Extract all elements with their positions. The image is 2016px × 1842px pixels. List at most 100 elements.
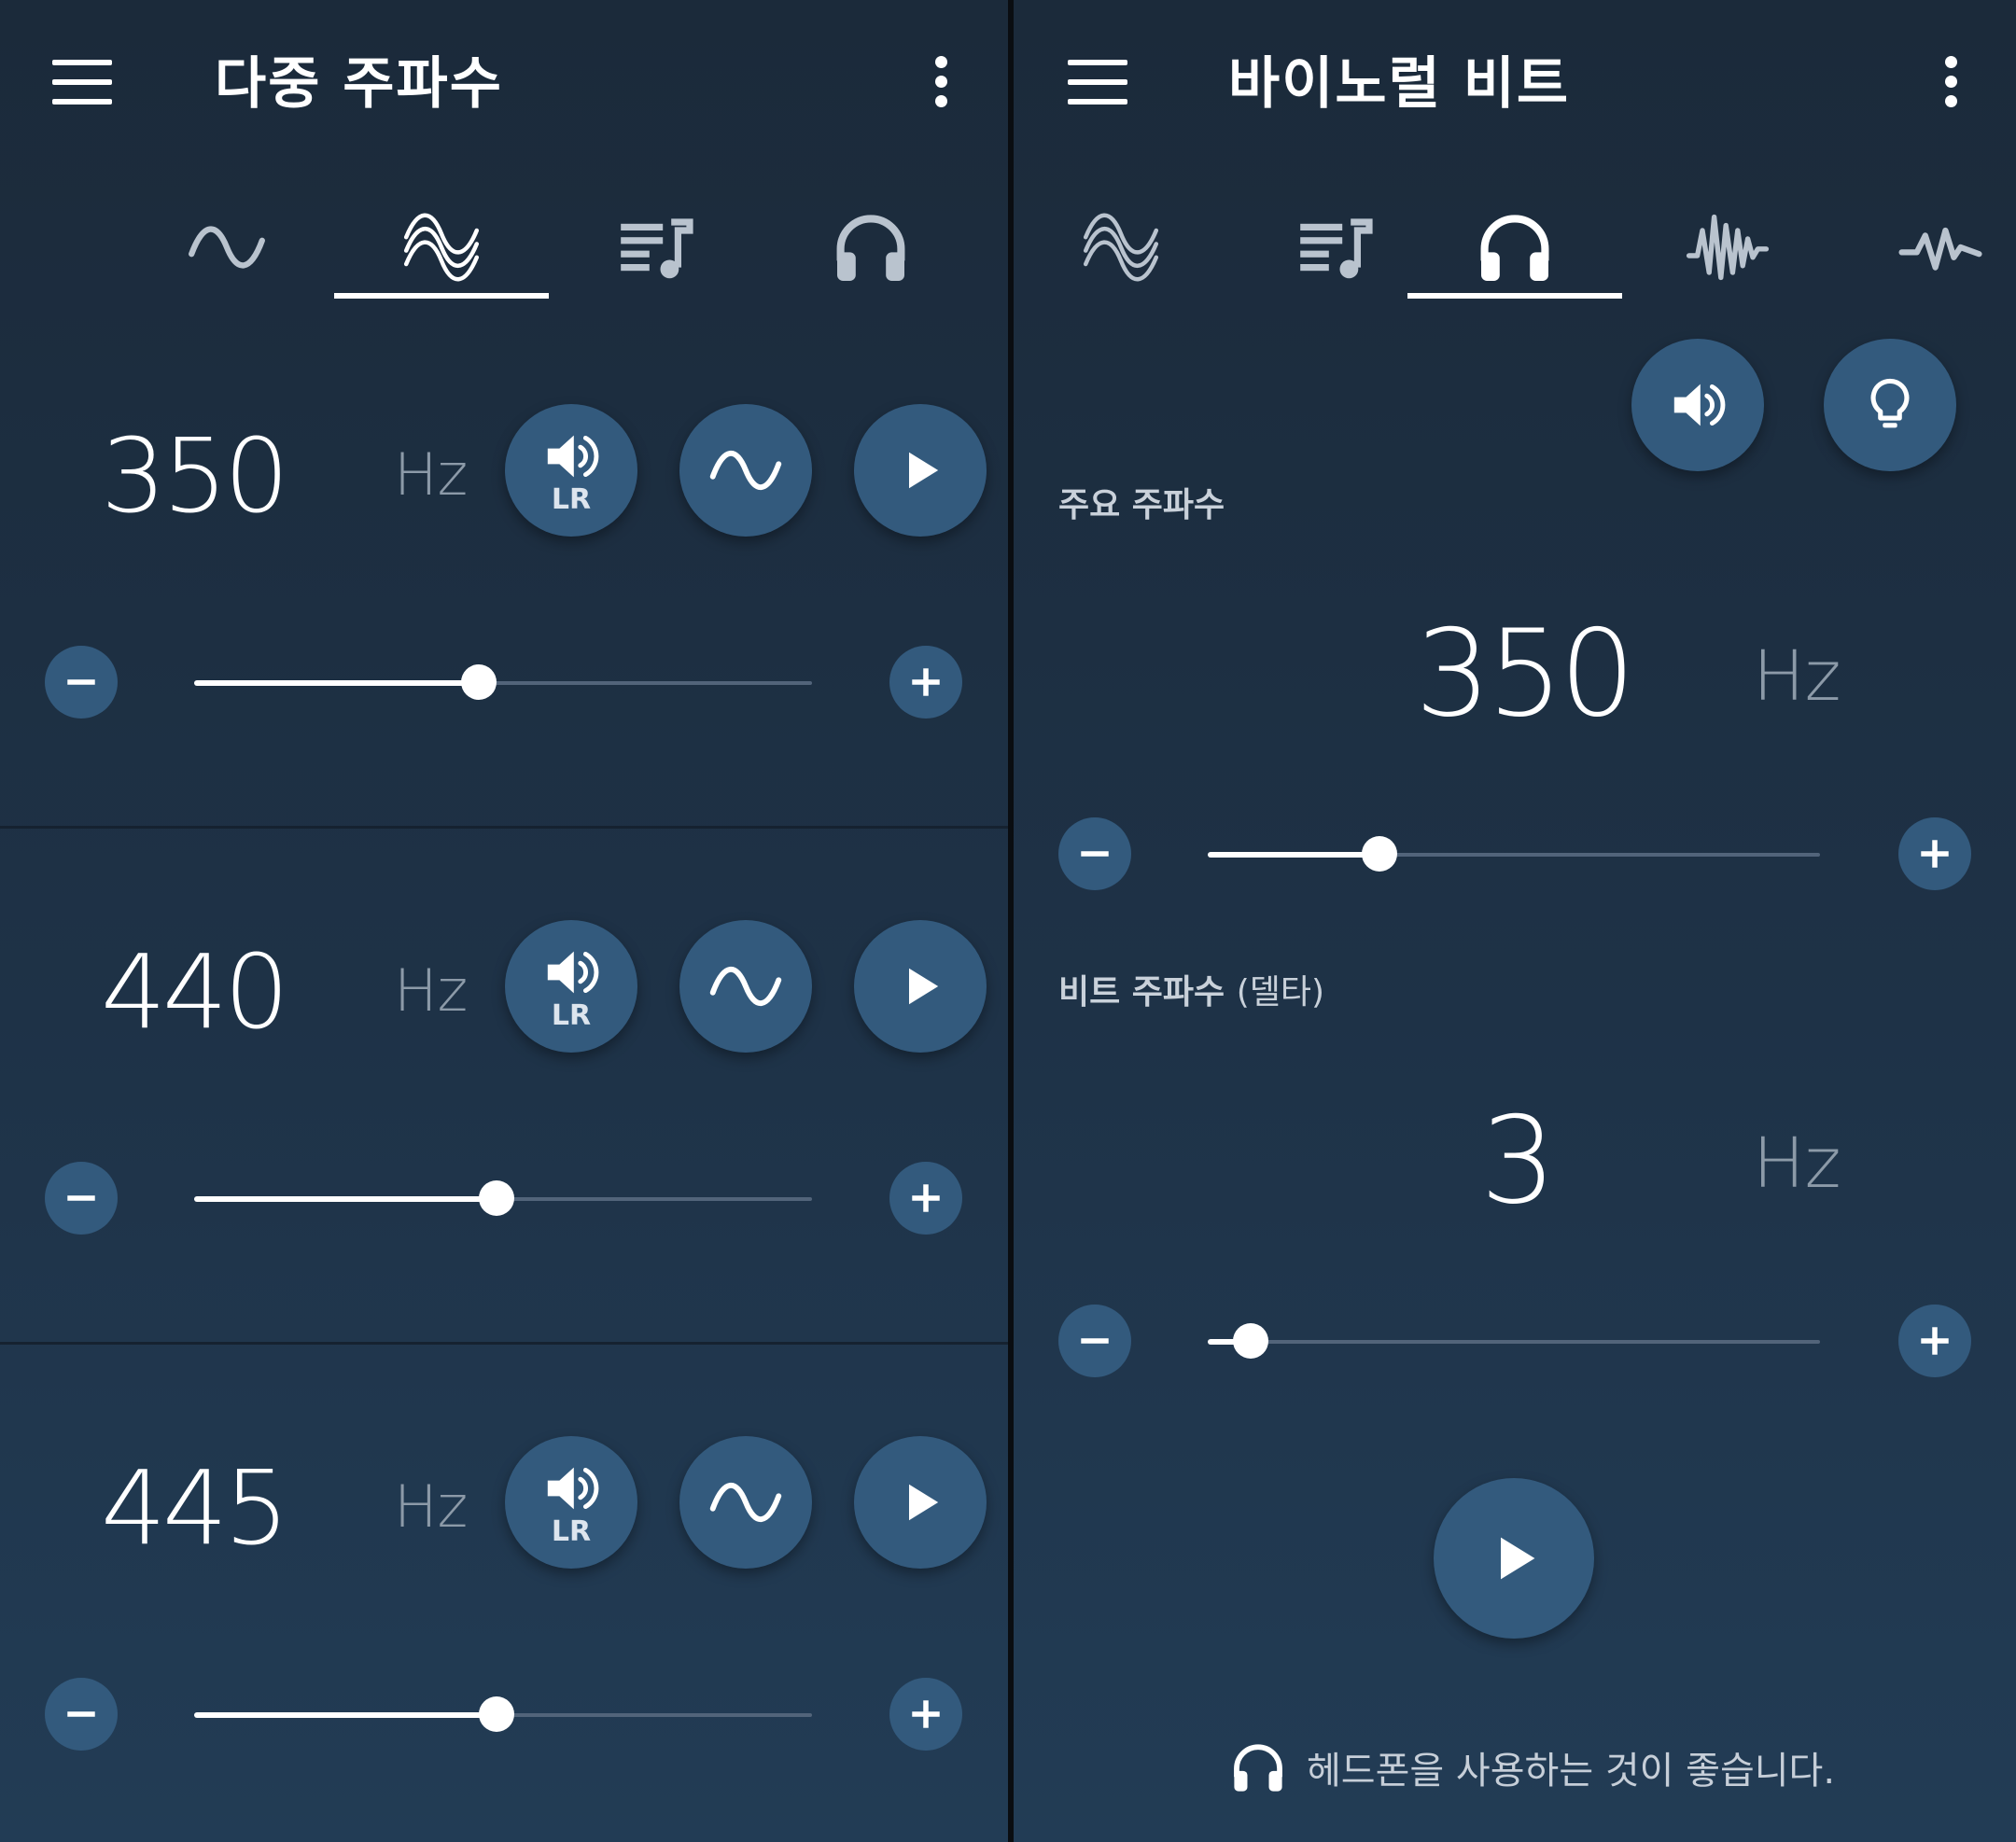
slider-thumb[interactable]: [460, 664, 497, 700]
noise-wave-icon: [1686, 205, 1770, 289]
minus-icon: [60, 1177, 103, 1220]
beat-frequency-unit: Hz: [1753, 1123, 1841, 1204]
tab-binaural[interactable]: [1407, 177, 1622, 317]
main-decrease-button[interactable]: [1058, 817, 1131, 890]
plus-icon: [1913, 1319, 1956, 1362]
decrease-button[interactable]: [45, 1162, 118, 1235]
frequency-unit: Hz: [394, 1472, 469, 1541]
beat-frequency-value[interactable]: 3: [1480, 1092, 1556, 1232]
increase-button[interactable]: [889, 646, 962, 719]
play-icon: [892, 958, 948, 1014]
pulse-icon: [1898, 205, 1982, 289]
beat-frequency-label: 비트 주파수 (델타): [1058, 965, 1324, 1013]
headphones-icon: [1473, 205, 1557, 289]
waveform-button[interactable]: [679, 404, 812, 537]
frequency-unit: Hz: [394, 440, 469, 509]
minus-icon: [1073, 832, 1116, 875]
headphones-icon: [829, 205, 913, 289]
slider-fill: [194, 1196, 497, 1202]
playlist-icon: [1294, 205, 1378, 289]
beat-decrease-button[interactable]: [1058, 1305, 1131, 1377]
waveform-button[interactable]: [679, 1436, 812, 1569]
sound-button[interactable]: [1631, 339, 1764, 471]
headphones-tip-text: 헤드폰을 사용하는 것이 좋습니다.: [1307, 1750, 1836, 1793]
lr-label: LR: [551, 483, 592, 516]
play-button[interactable]: [854, 920, 987, 1053]
channel-lr-button[interactable]: LR: [505, 1436, 637, 1569]
more-options-icon[interactable]: [931, 56, 950, 108]
headphones-tip: 헤드폰을 사용하는 것이 좋습니다.: [1228, 1737, 1835, 1797]
tab-bar: [1014, 177, 2016, 317]
main-frequency-label: 주요 주파수: [1058, 486, 1225, 524]
tab-multi-frequency[interactable]: [334, 177, 549, 317]
beat-frequency-label-text: 비트 주파수: [1058, 973, 1225, 1012]
slider-thumb[interactable]: [479, 1180, 515, 1216]
play-button[interactable]: [854, 1436, 987, 1569]
channel-lr-button[interactable]: LR: [505, 920, 637, 1053]
headphones-icon: [1228, 1737, 1288, 1797]
decrease-button[interactable]: [45, 646, 118, 719]
tab-bar: [0, 177, 1008, 317]
play-icon: [892, 442, 948, 498]
slider-thumb[interactable]: [1361, 836, 1397, 872]
page-title: 바이노럴 비트: [1228, 51, 1571, 117]
increase-button[interactable]: [889, 1678, 962, 1751]
channel-lr-button[interactable]: LR: [505, 404, 637, 537]
slider-fill: [1208, 852, 1379, 858]
speaker-icon: [1665, 372, 1730, 438]
frequency-slider[interactable]: [194, 1696, 812, 1734]
frequency-slider[interactable]: [194, 664, 812, 702]
tab-pulse[interactable]: [1833, 177, 2016, 317]
page-title: 다중 주파수: [215, 51, 503, 117]
increase-button[interactable]: [889, 1162, 962, 1235]
tab-playlist[interactable]: [549, 177, 763, 317]
multi-frequency-screen: 다중 주파수 350 Hz LR 440 Hz LR 445 Hz LR: [0, 0, 1008, 1842]
binaural-beats-screen: 바이노럴 비트 주요 주파수 350 Hz 비트 주파수 (델타) 3 Hz 헤…: [1014, 0, 2016, 1842]
playlist-icon: [614, 205, 698, 289]
play-button[interactable]: [854, 404, 987, 537]
slider-fill: [194, 680, 479, 686]
plus-icon: [1913, 832, 1956, 875]
multi-wave-icon: [1079, 205, 1163, 289]
frequency-value[interactable]: 350: [101, 415, 289, 537]
tab-single-tone[interactable]: [119, 177, 334, 317]
main-increase-button[interactable]: [1898, 817, 1971, 890]
play-button[interactable]: [1434, 1478, 1594, 1639]
sine-wave-icon: [707, 947, 785, 1026]
tab-noise[interactable]: [1620, 177, 1835, 317]
minus-icon: [60, 661, 103, 704]
tab-binaural[interactable]: [763, 177, 978, 317]
main-frequency-unit: Hz: [1753, 636, 1841, 717]
frequency-slider[interactable]: [194, 1180, 812, 1218]
multi-wave-icon: [399, 205, 483, 289]
minus-icon: [60, 1693, 103, 1736]
decrease-button[interactable]: [45, 1678, 118, 1751]
lr-label: LR: [551, 1515, 592, 1548]
main-frequency-value[interactable]: 350: [1415, 605, 1635, 745]
sine-wave-icon: [707, 1463, 785, 1542]
tips-button[interactable]: [1824, 339, 1956, 471]
tab-selected-indicator: [1407, 293, 1622, 299]
slider-fill: [194, 1712, 497, 1718]
sine-wave-icon: [707, 431, 785, 509]
play-icon: [892, 1474, 948, 1530]
menu-icon[interactable]: [52, 60, 112, 105]
lightbulb-icon: [1860, 375, 1920, 435]
frequency-value[interactable]: 440: [101, 931, 289, 1053]
beat-frequency-slider[interactable]: [1208, 1323, 1820, 1361]
sine-wave-icon: [185, 205, 269, 289]
play-icon: [1481, 1526, 1547, 1591]
slider-thumb[interactable]: [479, 1696, 515, 1732]
tab-selected-indicator: [334, 293, 549, 299]
main-frequency-slider[interactable]: [1208, 836, 1820, 873]
waveform-button[interactable]: [679, 920, 812, 1053]
slider-thumb[interactable]: [1232, 1323, 1268, 1359]
beat-increase-button[interactable]: [1898, 1305, 1971, 1377]
menu-icon[interactable]: [1068, 60, 1127, 105]
frequency-value[interactable]: 445: [101, 1447, 289, 1569]
tab-multi-frequency[interactable]: [1014, 177, 1228, 317]
more-options-icon[interactable]: [1941, 56, 1960, 108]
frequency-unit: Hz: [394, 956, 469, 1025]
slider-track: [1208, 1340, 1820, 1344]
minus-icon: [1073, 1319, 1116, 1362]
